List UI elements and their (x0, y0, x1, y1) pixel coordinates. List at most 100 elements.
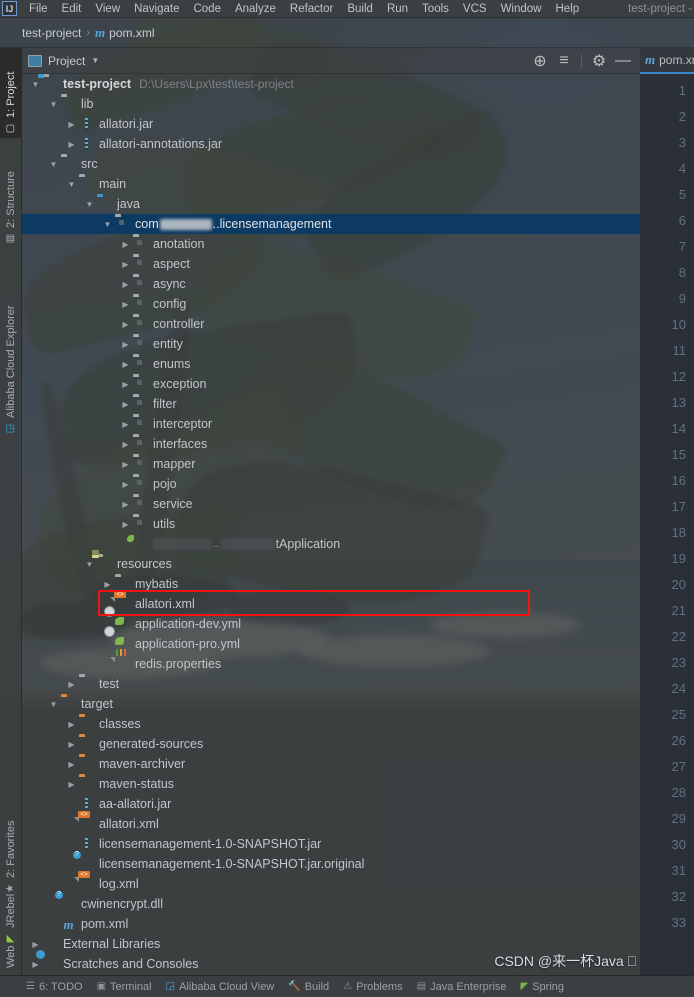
tree-row[interactable]: ▶ filter (22, 394, 640, 414)
sidebar-tab-project[interactable]: ▢ 1: Project (0, 48, 22, 138)
chevron-down-icon[interactable]: ▼ (66, 179, 77, 190)
chevron-right-icon[interactable]: ▶ (120, 519, 131, 530)
tree-row[interactable]: ▼ resources (22, 554, 640, 574)
sidebar-tab-structure[interactable]: ▥ 2: Structure (0, 143, 22, 248)
chevron-right-icon[interactable]: ▶ (30, 959, 41, 970)
gear-icon[interactable]: ⚙ (588, 51, 610, 71)
chevron-right-icon[interactable]: ▶ (102, 579, 113, 590)
tree-row[interactable]: ▶mpom.xml (22, 914, 640, 934)
chevron-right-icon[interactable]: ▶ (120, 359, 131, 370)
chevron-right-icon[interactable]: ▶ (120, 319, 131, 330)
tree-row[interactable]: ▶ pojo (22, 474, 640, 494)
tree-row[interactable]: ▶ interfaces (22, 434, 640, 454)
project-tree[interactable]: ▼ test-project D:\Users\Lpx\test\test-proj… (22, 74, 640, 975)
menu-item-vcs[interactable]: VCS (456, 0, 494, 18)
chevron-down-icon[interactable]: ▼ (102, 219, 113, 230)
tree-row[interactable]: ▶licensemanagement-1.0-SNAPSHOT.jar.orig… (22, 854, 640, 874)
chevron-right-icon[interactable]: ▶ (120, 279, 131, 290)
chevron-right-icon[interactable]: ▶ (120, 419, 131, 430)
sidebar-tab-alibaba-cloud-explorer[interactable]: ◲ Alibaba Cloud Explorer (0, 258, 22, 438)
chevron-down-icon[interactable]: ▼ (30, 79, 41, 90)
chevron-right-icon[interactable]: ▶ (120, 259, 131, 270)
tree-row[interactable]: ▶ controller (22, 314, 640, 334)
tree-row[interactable]: ▶ exception (22, 374, 640, 394)
tree-row[interactable]: ▶ service (22, 494, 640, 514)
status-bar-item[interactable]: ▣ Terminal (97, 981, 152, 993)
tree-row[interactable]: ▼ com ..licensemanagement (22, 214, 640, 234)
chevron-right-icon[interactable]: ▶ (66, 119, 77, 130)
status-bar-item[interactable]: ◤ Spring (521, 981, 565, 993)
locate-icon[interactable]: ⊕ (529, 51, 551, 71)
tree-row[interactable]: ▶ utils (22, 514, 640, 534)
tree-row[interactable]: ▶ maven-status (22, 774, 640, 794)
menu-item-refactor[interactable]: Refactor (283, 0, 340, 18)
chevron-right-icon[interactable]: ▶ (120, 459, 131, 470)
tree-row[interactable]: ▶ test (22, 674, 640, 694)
breadcrumb-project[interactable]: test-project (22, 26, 81, 40)
tree-row[interactable]: ▶redis.properties (22, 654, 640, 674)
tree-row[interactable]: ▼ target (22, 694, 640, 714)
menu-item-run[interactable]: Run (380, 0, 415, 18)
chevron-right-icon[interactable]: ▶ (120, 239, 131, 250)
chevron-right-icon[interactable]: ▶ (66, 759, 77, 770)
tree-row[interactable]: ▶log.xml (22, 874, 640, 894)
chevron-down-icon[interactable]: ▼ (91, 56, 99, 65)
tree-row[interactable]: ▶ entity (22, 334, 640, 354)
tree-row[interactable]: ▶ enums (22, 354, 640, 374)
chevron-right-icon[interactable]: ▶ (66, 779, 77, 790)
chevron-right-icon[interactable]: ▶ (120, 339, 131, 350)
menu-item-analyze[interactable]: Analyze (228, 0, 283, 18)
tree-row[interactable]: ▶ allatori-annotations.jar (22, 134, 640, 154)
chevron-down-icon[interactable]: ▼ (48, 699, 59, 710)
minimize-icon[interactable]: — (612, 51, 634, 71)
chevron-right-icon[interactable]: ▶ (66, 679, 77, 690)
tree-row[interactable]: ▶ maven-archiver (22, 754, 640, 774)
menu-item-code[interactable]: Code (186, 0, 228, 18)
chevron-right-icon[interactable]: ▶ (120, 499, 131, 510)
chevron-right-icon[interactable]: ▶ (66, 739, 77, 750)
menu-item-navigate[interactable]: Navigate (127, 0, 186, 18)
tree-row[interactable]: ▶ aspect (22, 254, 640, 274)
chevron-right-icon[interactable]: ▶ (120, 479, 131, 490)
menu-item-help[interactable]: Help (548, 0, 586, 18)
tree-row[interactable]: ▶allatori.xml (22, 814, 640, 834)
status-bar-item[interactable]: ⚠ Problems (343, 981, 402, 993)
tree-row[interactable]: ▼ main (22, 174, 640, 194)
chevron-right-icon[interactable]: ▶ (66, 139, 77, 150)
chevron-down-icon[interactable]: ▼ (84, 559, 95, 570)
tree-row[interactable]: ▶licensemanagement-1.0-SNAPSHOT.jar (22, 834, 640, 854)
editor-tab-pom-xml[interactable]: m pom.xml (640, 48, 694, 74)
tree-row[interactable]: ▶ classes (22, 714, 640, 734)
menu-item-view[interactable]: View (88, 0, 127, 18)
menu-item-build[interactable]: Build (340, 0, 380, 18)
status-bar-item[interactable]: ☰ 6: TODO (26, 981, 83, 993)
tree-row[interactable]: ▶ interceptor (22, 414, 640, 434)
chevron-down-icon[interactable]: ▼ (84, 199, 95, 210)
chevron-down-icon[interactable]: ▼ (48, 99, 59, 110)
status-bar-item[interactable]: ▤ Java Enterprise (417, 981, 507, 993)
tree-row[interactable]: ▼ test-project D:\Users\Lpx\test\test-proj… (22, 74, 640, 94)
chevron-right-icon[interactable]: ▶ (120, 439, 131, 450)
chevron-right-icon[interactable]: ▶ (120, 299, 131, 310)
status-bar-item[interactable]: 🔨 Build (288, 981, 329, 993)
collapse-all-icon[interactable]: ≡ (553, 51, 575, 71)
chevron-right-icon[interactable]: ▶ (66, 719, 77, 730)
tree-row[interactable]: ▶application-pro.yml (22, 634, 640, 654)
menu-item-edit[interactable]: Edit (55, 0, 89, 18)
tree-row[interactable]: ▶ allatori.jar (22, 114, 640, 134)
breadcrumb-file[interactable]: pom.xml (109, 26, 154, 40)
tree-row[interactable]: ▶ config (22, 294, 640, 314)
chevron-down-icon[interactable]: ▼ (48, 159, 59, 170)
tree-row[interactable]: ▼ java (22, 194, 640, 214)
tree-row[interactable]: ▶aa-allatori.jar (22, 794, 640, 814)
menu-item-tools[interactable]: Tools (415, 0, 456, 18)
chevron-right-icon[interactable]: ▶ (120, 399, 131, 410)
status-bar-item[interactable]: ◲ Alibaba Cloud View (166, 981, 275, 993)
tree-row[interactable]: ▶ generated-sources (22, 734, 640, 754)
tree-row[interactable]: ▶ mapper (22, 454, 640, 474)
chevron-right-icon[interactable]: ▶ (120, 379, 131, 390)
tree-row[interactable]: ▶cwinencrypt.dll (22, 894, 640, 914)
tree-row[interactable]: ▶ anotation (22, 234, 640, 254)
tree-row[interactable]: ▼ lib (22, 94, 640, 114)
menu-item-window[interactable]: Window (494, 0, 549, 18)
